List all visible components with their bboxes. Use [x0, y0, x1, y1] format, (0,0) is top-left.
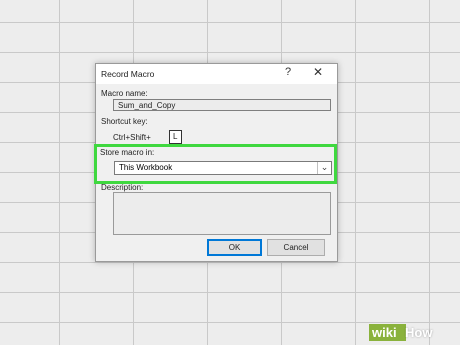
shortcut-key-input[interactable]: L: [169, 130, 182, 144]
cancel-button[interactable]: Cancel: [267, 239, 325, 256]
description-textarea[interactable]: [113, 192, 331, 235]
store-macro-label: Store macro in:: [100, 148, 155, 157]
macro-name-label: Macro name:: [101, 89, 148, 98]
store-macro-value: This Workbook: [119, 163, 173, 172]
store-macro-highlight: Store macro in: This Workbook ⌄: [94, 144, 337, 184]
watermark-wiki: wiki: [369, 324, 406, 341]
store-macro-select[interactable]: This Workbook ⌄: [114, 161, 332, 175]
dialog-titlebar[interactable]: Record Macro ? ✕: [96, 64, 337, 84]
macro-name-input[interactable]: Sum_and_Copy: [113, 99, 331, 111]
description-label: Description:: [101, 183, 144, 192]
ok-button[interactable]: OK: [207, 239, 262, 256]
dialog-title: Record Macro: [101, 69, 155, 79]
help-button[interactable]: ?: [285, 66, 291, 78]
chevron-down-icon[interactable]: ⌄: [317, 162, 331, 174]
watermark-how: How: [405, 325, 433, 340]
shortcut-prefix: Ctrl+Shift+: [113, 133, 151, 142]
close-icon[interactable]: ✕: [313, 65, 323, 79]
shortcut-key-label: Shortcut key:: [101, 117, 148, 126]
